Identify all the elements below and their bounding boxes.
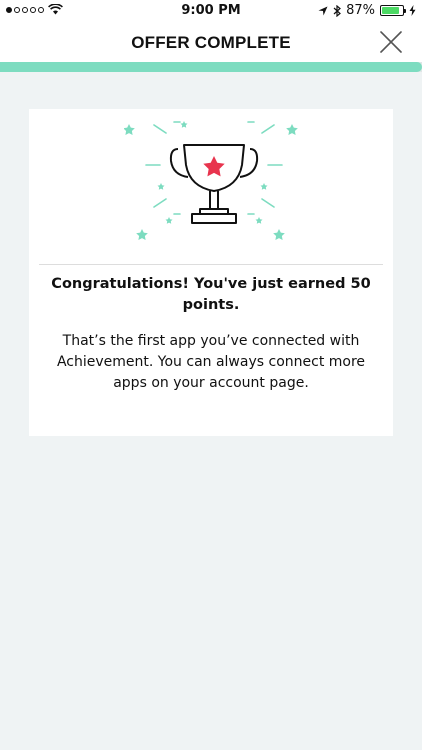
bluetooth-icon <box>333 4 342 17</box>
nav-bar: OFFER COMPLETE <box>0 22 422 62</box>
progress-fill <box>0 62 422 72</box>
status-bar: 9:00 PM 87% <box>0 0 422 22</box>
trophy-star-icon <box>124 121 298 240</box>
status-right: 87% <box>318 3 416 18</box>
offer-description: That’s the first app you’ve connected wi… <box>56 333 366 391</box>
charging-bolt-icon <box>409 5 416 16</box>
page-title: OFFER COMPLETE <box>131 33 291 52</box>
close-icon <box>380 31 402 53</box>
congratulations-headline: Congratulations! You've just earned 50 p… <box>51 276 371 313</box>
battery-percent: 87% <box>346 3 375 18</box>
location-arrow-icon <box>318 6 328 15</box>
progress-bar <box>0 62 422 72</box>
battery-icon <box>380 5 406 16</box>
card-divider <box>39 264 383 265</box>
offer-card: Congratulations! You've just earned 50 p… <box>29 109 393 436</box>
close-button[interactable] <box>378 29 404 55</box>
